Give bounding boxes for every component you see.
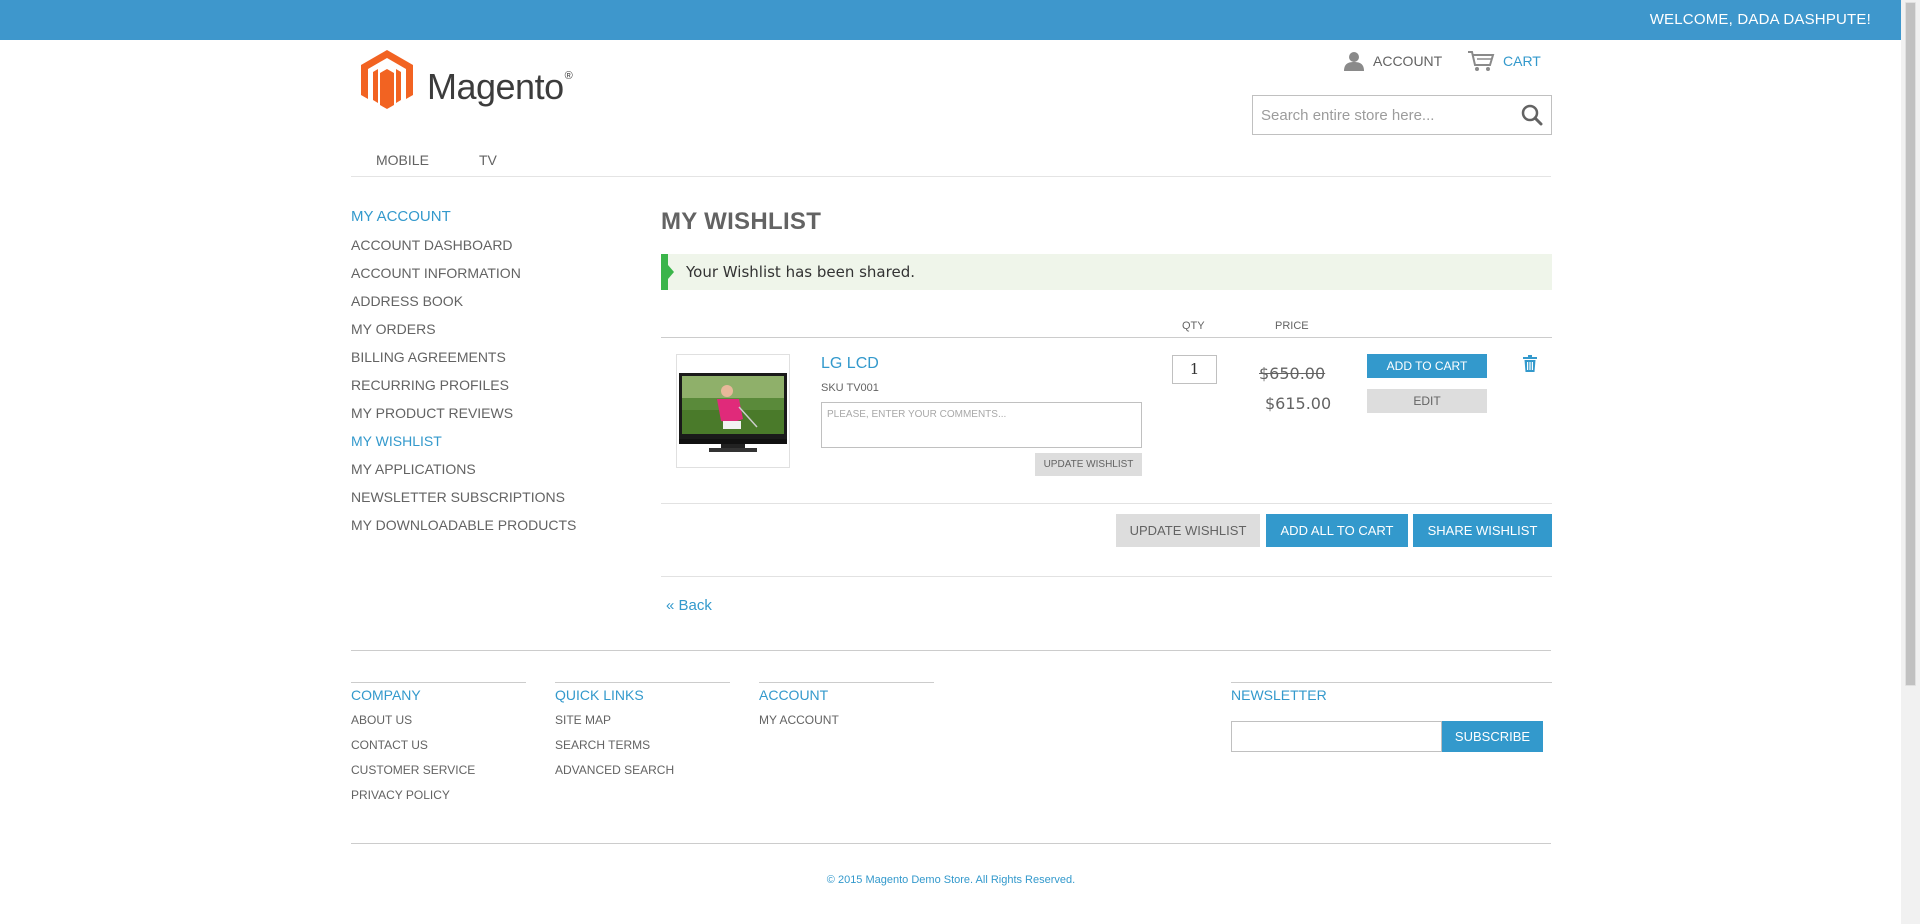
sidebar-item-billing-agreements[interactable]: BILLING AGREEMENTS xyxy=(351,348,611,376)
sidebar-item-recurring-profiles[interactable]: RECURRING PROFILES xyxy=(351,376,611,404)
newsletter-email-input[interactable] xyxy=(1231,721,1442,752)
account-label: ACCOUNT xyxy=(1373,53,1443,69)
sidebar-item-account-dashboard[interactable]: ACCOUNT DASHBOARD xyxy=(351,236,611,264)
table-header-divider xyxy=(661,337,1552,338)
edit-button[interactable]: EDIT xyxy=(1367,389,1487,413)
footer-heading-line xyxy=(759,682,934,683)
actions-divider xyxy=(661,576,1552,577)
sidebar-title: MY ACCOUNT xyxy=(351,208,451,225)
search-box xyxy=(1252,95,1552,135)
search-icon[interactable] xyxy=(1521,104,1543,126)
footer-newsletter: NEWSLETTER xyxy=(1231,682,1552,713)
column-header-qty: QTY xyxy=(1182,320,1205,332)
footer-heading-account: ACCOUNT xyxy=(759,687,829,703)
magento-logo[interactable]: Magento® xyxy=(361,50,573,112)
back-link[interactable]: « Back xyxy=(666,597,712,614)
old-price: $650.00 xyxy=(1259,364,1326,383)
copyright-text: © 2015 Magento Demo Store. All Rights Re… xyxy=(826,874,1076,886)
update-wishlist-item-button[interactable]: UPDATE WISHLIST xyxy=(1035,453,1142,476)
footer-link-search-terms[interactable]: SEARCH TERMS xyxy=(555,738,730,763)
footer-link-my-account[interactable]: MY ACCOUNT xyxy=(759,713,934,738)
scrollbar-thumb[interactable] xyxy=(1905,2,1916,686)
main-navigation: MOBILE TV xyxy=(351,142,1551,177)
footer-heading-line xyxy=(1231,682,1552,683)
footer-heading-line xyxy=(555,682,730,683)
page-scrollbar[interactable] xyxy=(1901,0,1920,924)
footer-heading-company: COMPANY xyxy=(351,687,421,703)
sidebar-item-newsletter-subscriptions[interactable]: NEWSLETTER SUBSCRIPTIONS xyxy=(351,488,611,516)
nav-item-mobile[interactable]: MOBILE xyxy=(376,152,429,168)
sidebar-item-my-orders[interactable]: MY ORDERS xyxy=(351,320,611,348)
page-container: Magento® ACCOUNT CART MOBILE TV MY ACCOU… xyxy=(351,40,1552,924)
success-message: Your Wishlist has been shared. xyxy=(661,254,1552,290)
comment-textarea[interactable] xyxy=(821,402,1142,448)
subscribe-button[interactable]: SUBSCRIBE xyxy=(1442,721,1543,752)
nav-item-tv[interactable]: TV xyxy=(479,152,497,168)
special-price: $615.00 xyxy=(1265,394,1332,413)
footer-heading-newsletter: NEWSLETTER xyxy=(1231,687,1327,703)
sidebar-item-my-wishlist[interactable]: MY WISHLIST xyxy=(351,432,611,460)
footer-link-privacy-policy[interactable]: PRIVACY POLICY xyxy=(351,788,526,813)
row-divider xyxy=(661,503,1552,504)
footer-company: COMPANY ABOUT US CONTACT US CUSTOMER SER… xyxy=(351,682,526,813)
footer-divider xyxy=(351,650,1551,651)
update-wishlist-button[interactable]: UPDATE WISHLIST xyxy=(1116,514,1260,547)
cart-link[interactable]: CART xyxy=(1467,50,1541,72)
magento-logo-icon xyxy=(361,50,413,109)
cart-icon xyxy=(1468,51,1495,71)
top-bar: WELCOME, DADA DASHPUTE! xyxy=(0,0,1901,40)
footer-link-advanced-search[interactable]: ADVANCED SEARCH xyxy=(555,763,730,788)
sidebar-item-product-reviews[interactable]: MY PRODUCT REVIEWS xyxy=(351,404,611,432)
cart-label: CART xyxy=(1503,53,1541,69)
search-input[interactable] xyxy=(1253,96,1513,134)
success-message-text: Your Wishlist has been shared. xyxy=(686,263,915,281)
tv-product-image xyxy=(677,355,789,467)
user-icon xyxy=(1344,52,1364,71)
add-all-to-cart-button[interactable]: ADD ALL TO CART xyxy=(1266,514,1408,547)
trash-icon[interactable] xyxy=(1523,355,1537,372)
footer-quick-links: QUICK LINKS SITE MAP SEARCH TERMS ADVANC… xyxy=(555,682,730,788)
footer-heading-line xyxy=(351,682,526,683)
logo-wordmark: Magento® xyxy=(427,66,573,107)
footer-account: ACCOUNT MY ACCOUNT xyxy=(759,682,934,738)
account-link[interactable]: ACCOUNT xyxy=(1343,50,1442,72)
welcome-message: WELCOME, DADA DASHPUTE! xyxy=(1649,11,1871,28)
footer-link-customer-service[interactable]: CUSTOMER SERVICE xyxy=(351,763,526,788)
quantity-input[interactable]: 1 xyxy=(1172,355,1217,384)
sidebar-item-downloadable-products[interactable]: MY DOWNLOADABLE PRODUCTS xyxy=(351,516,611,544)
add-to-cart-button[interactable]: ADD TO CART xyxy=(1367,354,1487,378)
sidebar-item-account-information[interactable]: ACCOUNT INFORMATION xyxy=(351,264,611,292)
success-arrow-icon xyxy=(668,265,674,279)
page-title: MY WISHLIST xyxy=(661,208,822,235)
footer-link-contact-us[interactable]: CONTACT US xyxy=(351,738,526,763)
share-wishlist-button[interactable]: SHARE WISHLIST xyxy=(1413,514,1552,547)
footer-bottom-divider xyxy=(351,843,1551,844)
product-name-link[interactable]: LG LCD xyxy=(821,355,879,373)
footer-link-site-map[interactable]: SITE MAP xyxy=(555,713,730,738)
account-sidebar: MY ACCOUNT ACCOUNT DASHBOARD ACCOUNT INF… xyxy=(351,208,611,544)
column-header-price: PRICE xyxy=(1275,320,1309,332)
footer-heading-quick-links: QUICK LINKS xyxy=(555,687,644,703)
product-thumbnail[interactable] xyxy=(676,354,790,468)
footer-link-about-us[interactable]: ABOUT US xyxy=(351,713,526,738)
product-sku: SKU TV001 xyxy=(821,382,879,394)
sidebar-item-my-applications[interactable]: MY APPLICATIONS xyxy=(351,460,611,488)
sidebar-item-address-book[interactable]: ADDRESS BOOK xyxy=(351,292,611,320)
